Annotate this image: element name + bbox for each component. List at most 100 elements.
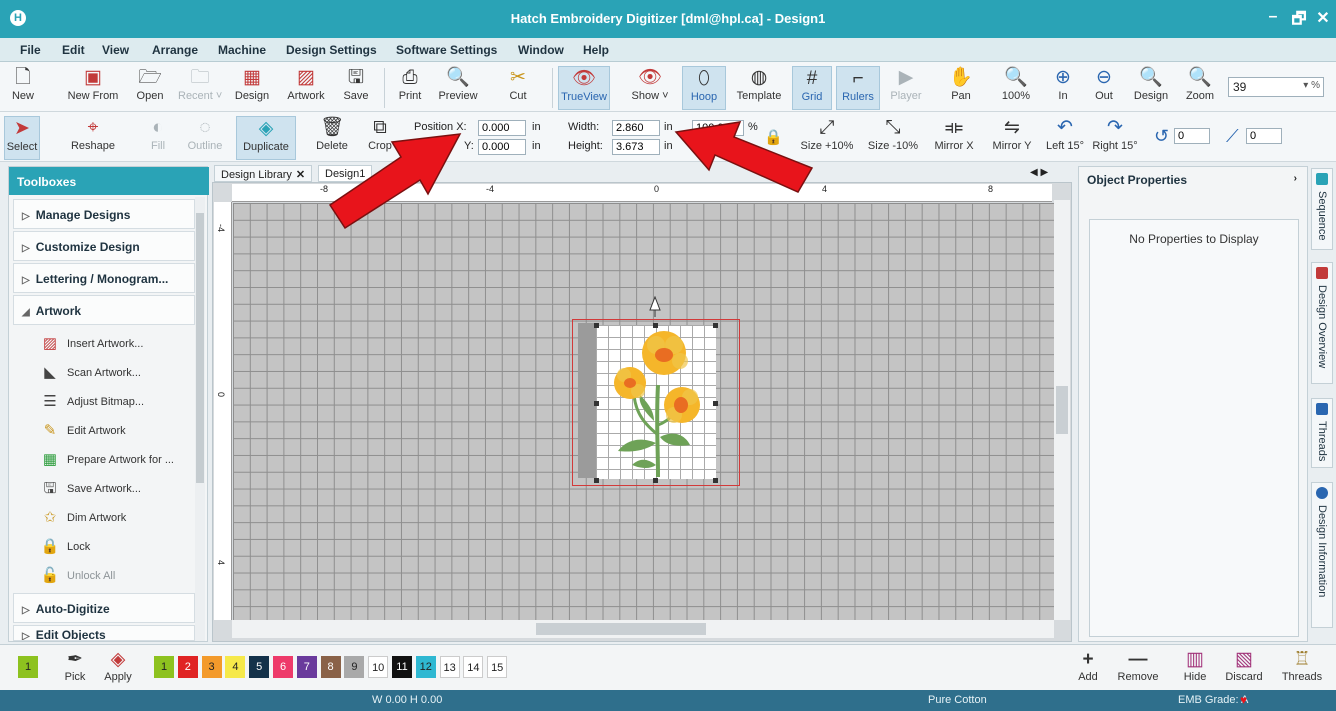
resize-handle[interactable]	[653, 323, 658, 328]
resize-handle[interactable]	[713, 401, 718, 406]
menu-help[interactable]: Help	[583, 43, 609, 57]
tab-design-overview[interactable]: Design Overview	[1311, 262, 1333, 384]
restore-button[interactable]: 🗗	[1288, 8, 1310, 35]
height-input[interactable]	[612, 139, 660, 155]
tab-nav-arrows[interactable]: ◀ ▶	[1030, 167, 1048, 178]
close-button[interactable]: ✕	[1312, 8, 1334, 28]
adjust-bitmap-item[interactable]: ☰ Adjust Bitmap...	[33, 389, 195, 415]
thread-color-swatch[interactable]: 15	[487, 656, 508, 678]
resize-handle[interactable]	[653, 478, 658, 483]
group-edit-objects[interactable]: ▷ Edit Objects	[13, 625, 195, 641]
new-button[interactable]: 🗋 New	[6, 66, 40, 110]
pick-button[interactable]: ✒ Pick	[60, 649, 90, 683]
thread-color-swatch[interactable]: 9	[344, 656, 365, 678]
print-button[interactable]: ⎙ Print	[392, 66, 428, 110]
edit-artwork-item[interactable]: ✎ Edit Artwork	[33, 418, 195, 444]
hoop-button[interactable]: ⬯ Hoop	[682, 66, 726, 110]
scale-input[interactable]	[692, 120, 744, 136]
select-button[interactable]: ➤ Select	[4, 116, 40, 160]
outline-button[interactable]: ◌ Outline	[184, 116, 226, 160]
resize-handle[interactable]	[594, 478, 599, 483]
thread-color-swatch[interactable]: 2	[177, 656, 198, 678]
duplicate-button[interactable]: ◈ Duplicate	[236, 116, 296, 160]
thread-color-swatch[interactable]: 3	[201, 656, 222, 678]
thread-color-swatch[interactable]: 4	[225, 656, 246, 678]
zoom-in-button[interactable]: ⊕ In	[1048, 66, 1078, 110]
dim-artwork-item[interactable]: ✩ Dim Artwork	[33, 505, 195, 531]
new-from-button[interactable]: ▣ New From	[62, 66, 124, 110]
template-button[interactable]: ◍ Template	[730, 66, 788, 110]
thread-color-swatch[interactable]: 7	[296, 656, 317, 678]
resize-handle[interactable]	[594, 323, 599, 328]
threads-button[interactable]: ♖ Threads	[1280, 649, 1324, 683]
menu-design-settings[interactable]: Design Settings	[286, 43, 377, 57]
skew-input[interactable]	[1246, 128, 1282, 144]
tab-design1[interactable]: Design1	[318, 165, 373, 182]
resize-handle[interactable]	[594, 401, 599, 406]
discard-button[interactable]: ▧ Discard	[1222, 649, 1266, 683]
group-lettering[interactable]: ▷ Lettering / Monogram...	[13, 263, 195, 293]
resize-handle[interactable]	[713, 323, 718, 328]
save-button[interactable]: 🖫 Save	[338, 66, 374, 110]
menu-arrange[interactable]: Arrange	[152, 43, 198, 57]
mirror-x-button[interactable]: ⟚ Mirror X	[926, 116, 982, 160]
position-x-input[interactable]	[478, 120, 526, 136]
scan-artwork-item[interactable]: ◣ Scan Artwork...	[33, 360, 195, 386]
panel-collapse-icon[interactable]: ›	[1294, 173, 1297, 184]
toolbox-scrollbar[interactable]	[195, 197, 205, 641]
rotate-right-button[interactable]: ↷ Right 15°	[1092, 116, 1138, 160]
thread-color-swatch[interactable]: 8	[320, 656, 341, 678]
group-auto-digitize[interactable]: ▷ Auto-Digitize	[13, 593, 195, 623]
zoom-dropdown-arrow[interactable]: ▾ %	[1303, 80, 1320, 91]
group-manage-designs[interactable]: ▷ Manage Designs	[13, 199, 195, 229]
size-plus-button[interactable]: ⤢ Size +10%	[796, 116, 858, 160]
rotation-handle-icon[interactable]	[648, 296, 662, 318]
tab-sequence[interactable]: Sequence	[1311, 168, 1333, 250]
thread-color-swatch[interactable]: 6	[273, 656, 293, 678]
add-color-button[interactable]: + Add	[1076, 649, 1100, 683]
resize-handle[interactable]	[713, 478, 718, 483]
thread-color-swatch[interactable]: 1	[154, 656, 174, 678]
player-button[interactable]: ▶ Player	[886, 66, 926, 110]
delete-button[interactable]: 🗑 Delete	[312, 116, 352, 160]
recent-button[interactable]: 🗀 Recent ˅	[178, 66, 222, 110]
insert-artwork-item[interactable]: ▨ Insert Artwork...	[33, 331, 195, 357]
grid-button[interactable]: # Grid	[792, 66, 832, 110]
tab-design-library[interactable]: Design Library ✕	[214, 165, 313, 182]
crop-button[interactable]: ⧉ Crop	[362, 116, 398, 160]
thread-color-swatch[interactable]: 12	[415, 656, 436, 678]
preview-button[interactable]: 🔍 Preview	[434, 66, 482, 110]
menu-software-settings[interactable]: Software Settings	[396, 43, 497, 57]
lock-item[interactable]: 🔒 Lock	[33, 534, 195, 560]
design-button[interactable]: ▦ Design	[232, 66, 272, 110]
position-y-input[interactable]	[478, 139, 526, 155]
hide-button[interactable]: ▥ Hide	[1180, 649, 1210, 683]
prepare-artwork-item[interactable]: ▦ Prepare Artwork for ...	[33, 447, 195, 473]
open-button[interactable]: 🗁 Open	[132, 66, 168, 110]
rulers-button[interactable]: ⌐ Rulers	[836, 66, 880, 110]
size-minus-button[interactable]: ⤡ Size -10%	[864, 116, 922, 160]
artwork-button[interactable]: ▨ Artwork	[282, 66, 330, 110]
menu-view[interactable]: View	[102, 43, 129, 57]
thread-color-swatch[interactable]: 14	[463, 656, 484, 678]
trueview-button[interactable]: 👁 TrueView	[558, 66, 610, 110]
zoom-design-button[interactable]: 🔍 Design	[1128, 66, 1174, 110]
tab-threads[interactable]: Threads	[1311, 398, 1333, 468]
zoom-button[interactable]: 🔍 Zoom	[1180, 66, 1220, 110]
tab-design-information[interactable]: Design Information	[1311, 482, 1333, 628]
fill-button[interactable]: ◐ Fill	[144, 116, 172, 160]
menu-edit[interactable]: Edit	[62, 43, 85, 57]
cut-button[interactable]: ✂ Cut	[494, 66, 542, 110]
mirror-y-button[interactable]: ⇋ Mirror Y	[984, 116, 1040, 160]
save-artwork-item[interactable]: 🖫 Save Artwork...	[33, 476, 195, 502]
thread-color-swatch[interactable]: 11	[392, 656, 412, 678]
zoom-level-input[interactable]: 39 ▾ %	[1228, 77, 1324, 97]
thread-color-swatch[interactable]: 13	[439, 656, 460, 678]
scrollbar-thumb[interactable]	[536, 623, 706, 635]
menu-machine[interactable]: Machine	[218, 43, 266, 57]
width-input[interactable]	[612, 120, 660, 136]
scrollbar-thumb[interactable]	[196, 213, 204, 483]
remove-color-button[interactable]: — Remove	[1114, 649, 1162, 683]
lock-proportion-icon[interactable]: 🔒	[764, 128, 783, 146]
close-tab-icon[interactable]: ✕	[296, 169, 305, 181]
